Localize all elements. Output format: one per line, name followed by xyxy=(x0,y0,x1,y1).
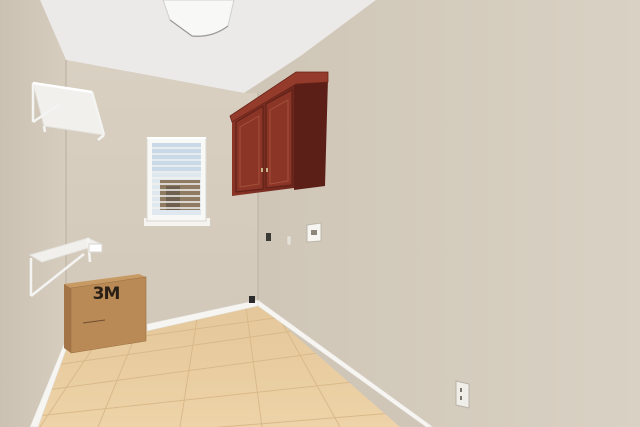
wall-plate xyxy=(286,235,292,246)
electrical-outlet xyxy=(455,380,470,409)
washer-hookup-box xyxy=(306,222,322,243)
laundry-room-photo: 3M xyxy=(0,0,640,427)
cabinet-knob xyxy=(261,168,263,172)
box-3m-logo: 3M xyxy=(92,284,121,304)
dryer-plug-outlet xyxy=(266,233,271,241)
window xyxy=(144,137,210,226)
floor-drain xyxy=(249,296,255,303)
room-illustration xyxy=(0,0,640,427)
